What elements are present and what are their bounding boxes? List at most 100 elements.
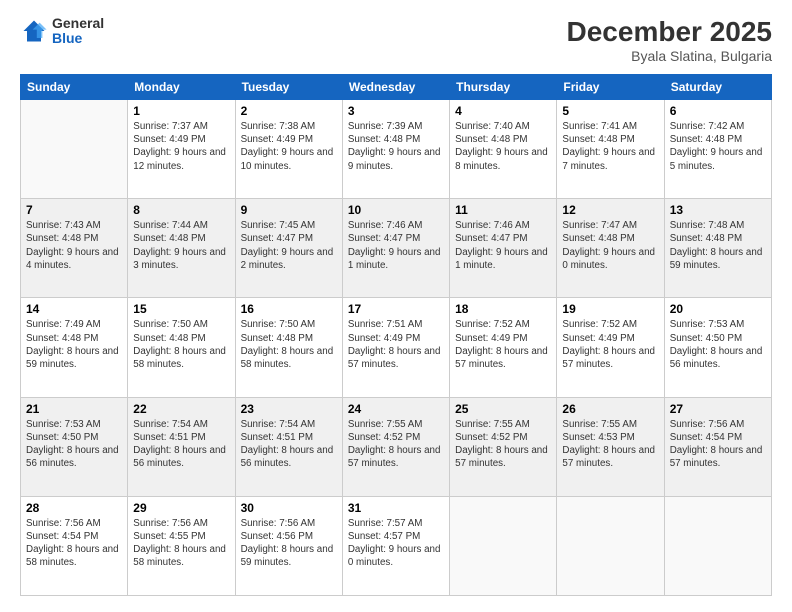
- calendar-day-cell: 13Sunrise: 7:48 AMSunset: 4:48 PMDayligh…: [664, 199, 771, 298]
- day-number: 11: [455, 203, 551, 217]
- day-info: Sunrise: 7:55 AMSunset: 4:52 PMDaylight:…: [348, 418, 444, 471]
- day-number: 10: [348, 203, 444, 217]
- day-info: Sunrise: 7:52 AMSunset: 4:49 PMDaylight:…: [562, 318, 658, 371]
- day-number: 6: [670, 104, 766, 118]
- header: General Blue December 2025 Byala Slatina…: [20, 16, 772, 64]
- day-number: 23: [241, 402, 337, 416]
- calendar-day-cell: 23 Sunrise: 7:54 AMSunset: 4:51 PMDayligh…: [235, 397, 342, 496]
- weekday-header-cell: Thursday: [450, 75, 557, 100]
- logo: General Blue: [20, 16, 104, 47]
- day-number: 29: [133, 501, 229, 515]
- weekday-header-cell: Sunday: [21, 75, 128, 100]
- day-number: 17: [348, 302, 444, 316]
- calendar-day-cell: 12 Sunrise: 7:47 AMSunset: 4:48 PMDayligh…: [557, 199, 664, 298]
- calendar-day-cell: 16Sunrise: 7:50 AMSunset: 4:48 PMDayligh…: [235, 298, 342, 397]
- calendar-day-cell: 8Sunrise: 7:44 AMSunset: 4:48 PMDaylight…: [128, 199, 235, 298]
- page: General Blue December 2025 Byala Slatina…: [0, 0, 792, 612]
- calendar-day-cell: 30 Sunrise: 7:56 AMSunset: 4:56 PMDayligh…: [235, 496, 342, 595]
- day-info: Sunrise: 7:39 AMSunset: 4:48 PMDaylight:…: [348, 120, 444, 173]
- calendar-day-cell: 2Sunrise: 7:38 AMSunset: 4:49 PMDaylight…: [235, 100, 342, 199]
- day-info: Sunrise: 7:38 AMSunset: 4:49 PMDaylight:…: [241, 120, 337, 173]
- day-number: 15: [133, 302, 229, 316]
- day-info: Sunrise: 7:49 AMSunset: 4:48 PMDaylight:…: [26, 318, 122, 371]
- day-info: Sunrise: 7:50 AMSunset: 4:48 PMDaylight:…: [133, 318, 229, 371]
- weekday-header-row: SundayMondayTuesdayWednesdayThursdayFrid…: [21, 75, 772, 100]
- weekday-header-cell: Monday: [128, 75, 235, 100]
- day-info: Sunrise: 7:57 AMSunset: 4:57 PMDaylight:…: [348, 517, 444, 570]
- day-info: Sunrise: 7:56 AMSunset: 4:55 PMDaylight:…: [133, 517, 229, 570]
- day-number: 27: [670, 402, 766, 416]
- day-info: Sunrise: 7:54 AMSunset: 4:51 PMDaylight:…: [133, 418, 229, 471]
- title-block: December 2025 Byala Slatina, Bulgaria: [567, 16, 772, 64]
- day-info: Sunrise: 7:47 AMSunset: 4:48 PMDaylight:…: [562, 219, 658, 272]
- calendar-day-cell: 9 Sunrise: 7:45 AMSunset: 4:47 PMDaylight…: [235, 199, 342, 298]
- day-number: 9: [241, 203, 337, 217]
- day-info: Sunrise: 7:56 AMSunset: 4:54 PMDaylight:…: [670, 418, 766, 471]
- calendar-day-cell: 31 Sunrise: 7:57 AMSunset: 4:57 PMDayligh…: [342, 496, 449, 595]
- day-number: 8: [133, 203, 229, 217]
- day-number: 1: [133, 104, 229, 118]
- day-number: 30: [241, 501, 337, 515]
- calendar-day-cell: 11 Sunrise: 7:46 AMSunset: 4:47 PMDayligh…: [450, 199, 557, 298]
- weekday-header-cell: Tuesday: [235, 75, 342, 100]
- calendar-day-cell: 19 Sunrise: 7:52 AMSunset: 4:49 PMDayligh…: [557, 298, 664, 397]
- day-number: 12: [562, 203, 658, 217]
- day-number: 3: [348, 104, 444, 118]
- weekday-header-cell: Wednesday: [342, 75, 449, 100]
- day-number: 31: [348, 501, 444, 515]
- day-number: 18: [455, 302, 551, 316]
- calendar-week-row: 7Sunrise: 7:43 AMSunset: 4:48 PMDaylight…: [21, 199, 772, 298]
- calendar-day-cell: [557, 496, 664, 595]
- day-number: 22: [133, 402, 229, 416]
- day-info: Sunrise: 7:37 AMSunset: 4:49 PMDaylight:…: [133, 120, 229, 173]
- logo-icon: [20, 17, 48, 45]
- calendar-day-cell: 1 Sunrise: 7:37 AMSunset: 4:49 PMDaylight…: [128, 100, 235, 199]
- month-title: December 2025: [567, 16, 772, 48]
- calendar-day-cell: 29 Sunrise: 7:56 AMSunset: 4:55 PMDayligh…: [128, 496, 235, 595]
- day-number: 21: [26, 402, 122, 416]
- calendar-day-cell: 15 Sunrise: 7:50 AMSunset: 4:48 PMDayligh…: [128, 298, 235, 397]
- calendar-day-cell: [664, 496, 771, 595]
- day-number: 16: [241, 302, 337, 316]
- day-info: Sunrise: 7:46 AMSunset: 4:47 PMDaylight:…: [455, 219, 551, 272]
- calendar-day-cell: [21, 100, 128, 199]
- day-number: 25: [455, 402, 551, 416]
- day-number: 5: [562, 104, 658, 118]
- logo-text: General Blue: [52, 16, 104, 47]
- day-info: Sunrise: 7:56 AMSunset: 4:56 PMDaylight:…: [241, 517, 337, 570]
- weekday-header-cell: Friday: [557, 75, 664, 100]
- day-number: 28: [26, 501, 122, 515]
- calendar-day-cell: 6Sunrise: 7:42 AMSunset: 4:48 PMDaylight…: [664, 100, 771, 199]
- calendar-day-cell: 25 Sunrise: 7:55 AMSunset: 4:52 PMDayligh…: [450, 397, 557, 496]
- day-info: Sunrise: 7:51 AMSunset: 4:49 PMDaylight:…: [348, 318, 444, 371]
- day-number: 19: [562, 302, 658, 316]
- weekday-header-cell: Saturday: [664, 75, 771, 100]
- day-info: Sunrise: 7:41 AMSunset: 4:48 PMDaylight:…: [562, 120, 658, 173]
- calendar-day-cell: 17 Sunrise: 7:51 AMSunset: 4:49 PMDayligh…: [342, 298, 449, 397]
- day-info: Sunrise: 7:55 AMSunset: 4:52 PMDaylight:…: [455, 418, 551, 471]
- day-info: Sunrise: 7:53 AMSunset: 4:50 PMDaylight:…: [26, 418, 122, 471]
- calendar-week-row: 21 Sunrise: 7:53 AMSunset: 4:50 PMDayligh…: [21, 397, 772, 496]
- calendar-day-cell: 14Sunrise: 7:49 AMSunset: 4:48 PMDayligh…: [21, 298, 128, 397]
- day-number: 20: [670, 302, 766, 316]
- day-info: Sunrise: 7:55 AMSunset: 4:53 PMDaylight:…: [562, 418, 658, 471]
- calendar-day-cell: 10Sunrise: 7:46 AMSunset: 4:47 PMDayligh…: [342, 199, 449, 298]
- day-info: Sunrise: 7:54 AMSunset: 4:51 PMDaylight:…: [241, 418, 337, 471]
- calendar-week-row: 28Sunrise: 7:56 AMSunset: 4:54 PMDayligh…: [21, 496, 772, 595]
- calendar-day-cell: 26 Sunrise: 7:55 AMSunset: 4:53 PMDayligh…: [557, 397, 664, 496]
- day-number: 24: [348, 402, 444, 416]
- day-info: Sunrise: 7:45 AMSunset: 4:47 PMDaylight:…: [241, 219, 337, 272]
- day-info: Sunrise: 7:40 AMSunset: 4:48 PMDaylight:…: [455, 120, 551, 173]
- calendar-day-cell: 3 Sunrise: 7:39 AMSunset: 4:48 PMDaylight…: [342, 100, 449, 199]
- calendar-week-row: 14Sunrise: 7:49 AMSunset: 4:48 PMDayligh…: [21, 298, 772, 397]
- calendar-day-cell: 7Sunrise: 7:43 AMSunset: 4:48 PMDaylight…: [21, 199, 128, 298]
- day-info: Sunrise: 7:48 AMSunset: 4:48 PMDaylight:…: [670, 219, 766, 272]
- calendar-day-cell: 20Sunrise: 7:53 AMSunset: 4:50 PMDayligh…: [664, 298, 771, 397]
- calendar-table: SundayMondayTuesdayWednesdayThursdayFrid…: [20, 74, 772, 596]
- day-number: 26: [562, 402, 658, 416]
- calendar-day-cell: 27 Sunrise: 7:56 AMSunset: 4:54 PMDayligh…: [664, 397, 771, 496]
- logo-blue: Blue: [52, 31, 104, 46]
- calendar-day-cell: 18Sunrise: 7:52 AMSunset: 4:49 PMDayligh…: [450, 298, 557, 397]
- location: Byala Slatina, Bulgaria: [567, 48, 772, 64]
- calendar-day-cell: [450, 496, 557, 595]
